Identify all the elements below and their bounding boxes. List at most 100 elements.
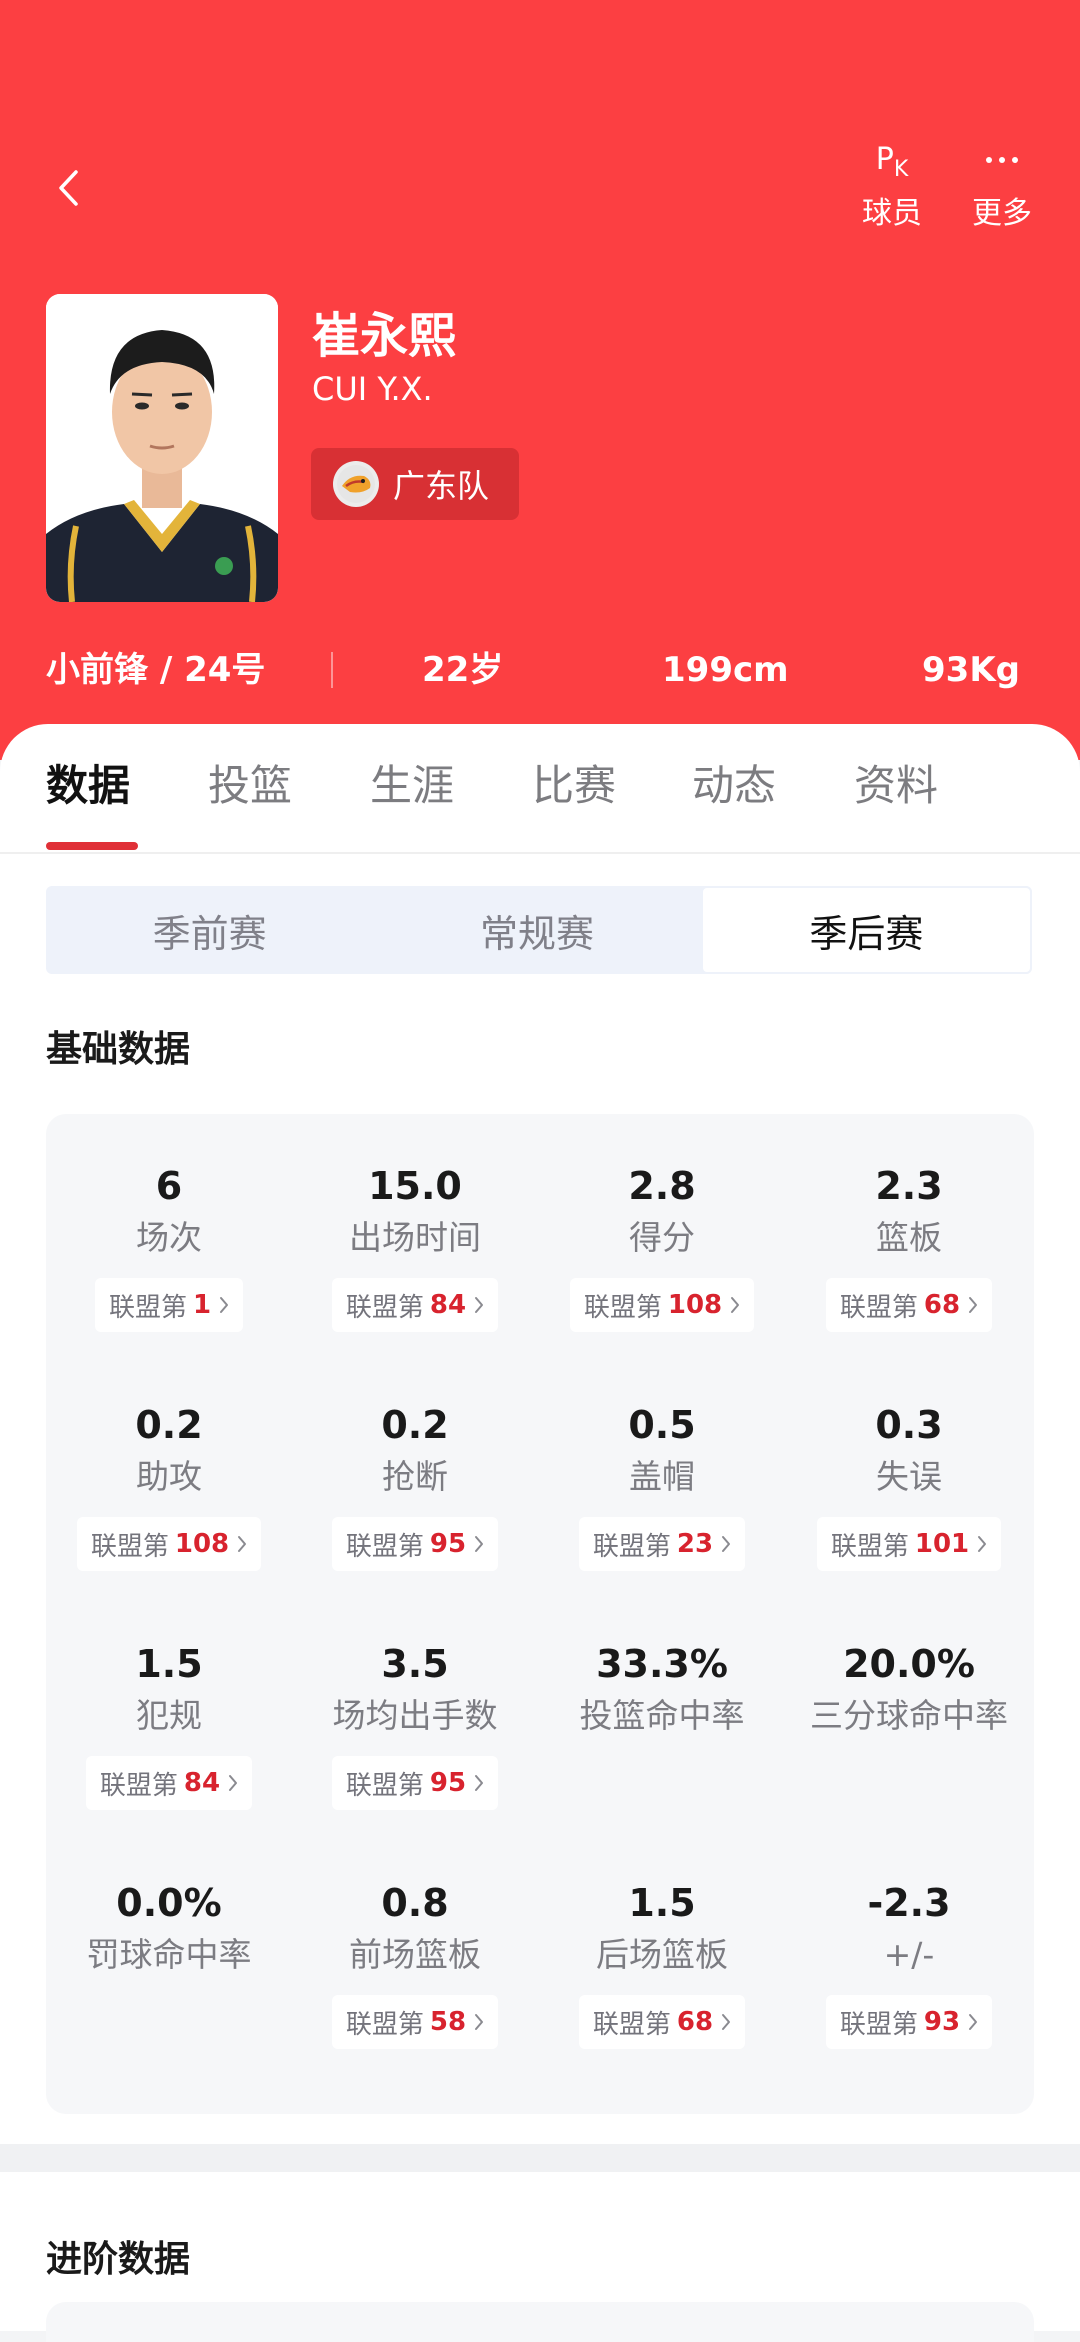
stat-label: 盖帽 xyxy=(629,1457,695,1496)
rank-prefix: 联盟第 xyxy=(345,1770,424,1801)
chevron-right-icon xyxy=(968,1296,978,1314)
stat-value: 1.5 xyxy=(628,1881,696,1925)
rank-number: 101 xyxy=(914,1529,970,1559)
back-button[interactable] xyxy=(40,160,96,216)
stat-label: 得分 xyxy=(629,1218,695,1257)
team-name: 广东队 xyxy=(393,467,490,505)
rank-prefix: 联盟第 xyxy=(592,1531,671,1562)
rank-number: 95 xyxy=(429,1529,467,1559)
stat-cell: 2.3 篮板 联盟第 68 xyxy=(786,1162,1032,1332)
season-regular[interactable]: 常规赛 xyxy=(373,886,700,974)
rank-prefix: 联盟第 xyxy=(108,1292,187,1323)
tab-data[interactable]: 数据 xyxy=(46,752,130,813)
stat-value: 15.0 xyxy=(368,1164,462,1208)
chevron-right-icon xyxy=(474,1296,484,1314)
stat-cell: 0.3 失误 联盟第 101 xyxy=(786,1401,1032,1571)
league-rank-button[interactable]: 联盟第 1 xyxy=(94,1278,244,1332)
rank-number: 23 xyxy=(676,1529,714,1559)
league-rank-button[interactable]: 联盟第 101 xyxy=(816,1517,1002,1571)
chevron-right-icon xyxy=(968,2013,978,2031)
tab-games[interactable]: 比赛 xyxy=(532,752,616,813)
stats-card: 数据 投篮 生涯 比赛 动态 资料 季前赛 常规赛 季后赛 基础数据 6 场次 联盟… xyxy=(0,724,1080,2144)
season-preseason[interactable]: 季前赛 xyxy=(46,886,373,974)
stat-value: 1.5 xyxy=(135,1642,203,1686)
pk-player-button[interactable]: PK 球员 xyxy=(842,140,942,240)
stat-value: 0.3 xyxy=(875,1403,943,1447)
pk-icon: PK xyxy=(875,142,909,182)
stat-value: 6 xyxy=(155,1164,183,1208)
tab-news[interactable]: 动态 xyxy=(692,752,776,813)
rank-prefix: 联盟第 xyxy=(583,1292,662,1323)
chevron-right-icon xyxy=(977,1535,987,1553)
chevron-right-icon xyxy=(730,1296,740,1314)
stat-label: 三分球命中率 xyxy=(810,1696,1008,1735)
stat-label: 后场篮板 xyxy=(596,1935,728,1974)
stat-cell: 1.5 犯规 联盟第 84 xyxy=(46,1640,292,1810)
pk-label: 球员 xyxy=(862,196,922,231)
season-type-switch: 季前赛 常规赛 季后赛 xyxy=(46,886,1032,974)
chevron-right-icon xyxy=(721,1535,731,1553)
stat-label: 罚球命中率 xyxy=(86,1935,252,1974)
rank-prefix: 联盟第 xyxy=(592,2009,671,2040)
league-rank-button[interactable]: 联盟第 95 xyxy=(331,1756,499,1810)
rank-number: 84 xyxy=(429,1290,467,1320)
rank-number: 95 xyxy=(429,1768,467,1798)
stat-cell: 0.2 助攻 联盟第 108 xyxy=(46,1401,292,1571)
league-rank-button[interactable]: 联盟第 84 xyxy=(331,1278,499,1332)
stat-value: 0.8 xyxy=(381,1881,449,1925)
league-rank-button[interactable]: 联盟第 58 xyxy=(331,1995,499,2049)
stat-cell: 2.8 得分联盟第 108 xyxy=(539,1162,785,1332)
chevron-right-icon xyxy=(228,1774,238,1792)
chevron-right-icon xyxy=(721,2013,731,2031)
league-rank-button[interactable]: 联盟第 95 xyxy=(331,1517,499,1571)
stat-label: 场均出手数 xyxy=(332,1696,498,1735)
player-weight: 93Kg xyxy=(922,650,1020,690)
team-chip[interactable]: 广东队 xyxy=(311,448,519,520)
season-playoffs[interactable]: 季后赛 xyxy=(700,886,1032,974)
advanced-stats-title: 进阶数据 xyxy=(46,2239,191,2280)
player-age: 22岁 xyxy=(422,650,504,690)
rank-number: 108 xyxy=(667,1290,723,1320)
stat-value: 2.8 xyxy=(628,1164,696,1208)
rank-prefix: 联盟第 xyxy=(345,1531,424,1562)
tab-career[interactable]: 生涯 xyxy=(370,752,454,813)
basic-stats-title: 基础数据 xyxy=(46,1029,191,1070)
player-name: 崔永熙 xyxy=(312,308,457,364)
stat-cell: -2.3 +/- 联盟第 93 xyxy=(786,1879,1032,2049)
league-rank-button[interactable]: 联盟第 93 xyxy=(825,1995,993,2049)
tab-shooting[interactable]: 投篮 xyxy=(208,752,292,813)
rank-number: 68 xyxy=(676,2007,714,2037)
stat-label: 抢断 xyxy=(382,1457,448,1496)
league-rank-button[interactable]: 联盟第 23 xyxy=(578,1517,746,1571)
stat-value: 0.5 xyxy=(628,1403,696,1447)
rank-prefix: 联盟第 xyxy=(839,2009,918,2040)
rank-prefix: 联盟第 xyxy=(90,1531,169,1562)
player-height: 199cm xyxy=(662,650,789,690)
rank-prefix: 联盟第 xyxy=(99,1770,178,1801)
rank-number: 58 xyxy=(429,2007,467,2037)
league-rank-button[interactable]: 联盟第 68 xyxy=(578,1995,746,2049)
rank-prefix: 联盟第 xyxy=(830,1531,909,1562)
stat-cell: 0.2 抢断 联盟第 95 xyxy=(292,1401,538,1571)
more-dots-icon xyxy=(986,140,1018,180)
stat-value: -2.3 xyxy=(867,1881,951,1925)
advanced-stats-card: 进阶数据 xyxy=(0,2172,1080,2342)
stat-value: 0.0% xyxy=(116,1881,222,1925)
league-rank-button[interactable]: 联盟第 108 xyxy=(76,1517,262,1571)
player-english-name: CUI Y.X. xyxy=(312,370,433,408)
back-arrow-icon xyxy=(59,170,78,206)
player-photo xyxy=(46,294,278,602)
league-rank-button[interactable]: 联盟第 84 xyxy=(85,1756,253,1810)
tab-profile[interactable]: 资料 xyxy=(854,752,938,813)
rank-number: 108 xyxy=(174,1529,230,1559)
league-rank-button[interactable]: 联盟第 68 xyxy=(825,1278,993,1332)
stat-cell: 0.8 前场篮板 联盟第 58 xyxy=(292,1879,538,2049)
stat-cell: 3.5 场均出手数联盟第 95 xyxy=(292,1640,538,1810)
rank-number: 93 xyxy=(923,2007,961,2037)
stat-cell: 1.5 后场篮板联盟第 68 xyxy=(539,1879,785,2049)
more-button[interactable]: 更多 xyxy=(952,140,1052,240)
stat-cell: 15.0 出场时间 联盟第 84 xyxy=(292,1162,538,1332)
stat-value: 3.5 xyxy=(381,1642,449,1686)
chevron-right-icon xyxy=(474,1774,484,1792)
league-rank-button[interactable]: 联盟第 108 xyxy=(569,1278,755,1332)
